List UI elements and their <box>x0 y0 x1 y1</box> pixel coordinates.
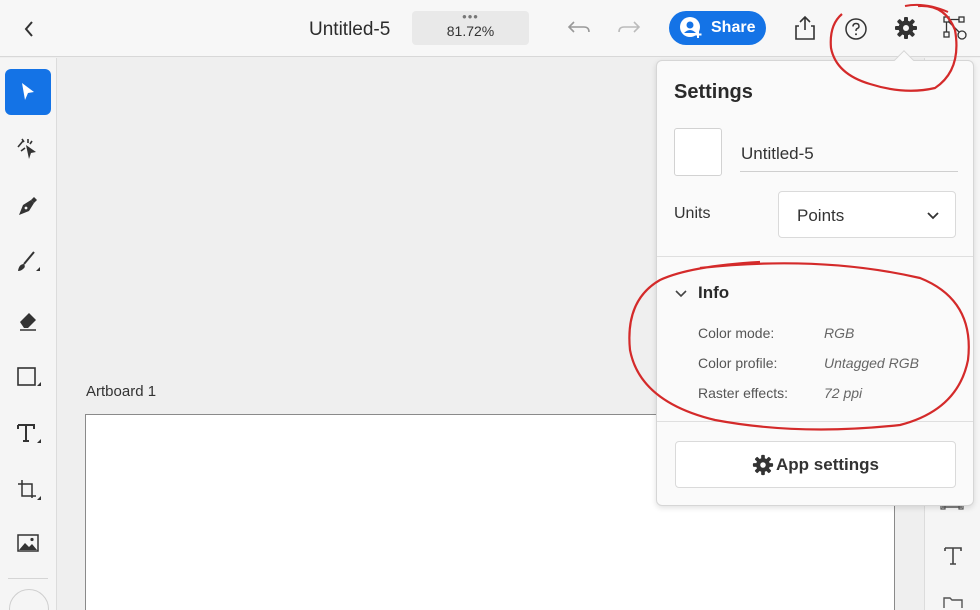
app-settings-button[interactable]: App settings <box>675 441 956 488</box>
chevron-down-icon <box>927 212 939 220</box>
direct-select-tool-icon <box>17 138 36 159</box>
raster-effects-label: Raster effects: <box>698 385 789 401</box>
properties-button[interactable] <box>940 14 970 42</box>
help-icon <box>845 18 867 40</box>
color-mode-value: RGB <box>824 325 855 341</box>
color-profile-value: Untagged RGB <box>824 355 919 371</box>
rectangle-tool[interactable] <box>5 354 51 400</box>
image-properties-icon <box>943 597 963 608</box>
text-properties-button[interactable] <box>941 544 965 568</box>
pen-tool-icon <box>19 197 37 215</box>
share-button[interactable]: Share <box>669 11 766 45</box>
gear-icon <box>752 454 774 475</box>
zoom-value: 81.72% <box>446 23 495 39</box>
document-name-field[interactable]: Untitled-5 <box>740 141 958 172</box>
help-button[interactable] <box>842 15 870 43</box>
units-value: Points <box>797 206 845 225</box>
type-tool-icon <box>17 424 41 443</box>
color-mode-label: Color mode: <box>698 325 775 341</box>
add-user-icon <box>680 17 702 38</box>
units-label: Units <box>674 205 711 222</box>
toolbar-divider <box>8 578 48 579</box>
tools-panel <box>0 58 57 610</box>
export-button[interactable] <box>791 13 819 43</box>
raster-effects-value: 72 ppi <box>824 385 863 401</box>
type-tool[interactable] <box>5 411 51 457</box>
eraser-tool[interactable] <box>5 297 51 343</box>
units-dropdown[interactable]: Points <box>778 191 956 238</box>
zoom-control[interactable]: ••• 81.72% <box>412 9 529 45</box>
export-icon <box>795 15 815 40</box>
more-dots-icon: ••• <box>462 9 479 24</box>
info-title: Info <box>698 283 730 302</box>
image-properties-button[interactable] <box>941 594 965 610</box>
brush-tool-icon <box>18 251 40 271</box>
color-swatch[interactable] <box>9 589 49 610</box>
document-thumbnail <box>674 128 722 176</box>
text-properties-icon <box>944 547 962 565</box>
eraser-tool-icon <box>20 313 36 331</box>
direct-select-tool[interactable] <box>5 126 51 172</box>
transform-tool[interactable] <box>5 468 51 514</box>
undo-button[interactable] <box>565 16 593 40</box>
settings-panel: Settings Untitled-5 Units Points Info Co… <box>656 60 974 506</box>
rectangle-tool-icon <box>17 367 41 386</box>
vector-path-icon <box>943 16 967 40</box>
panel-title: Settings <box>674 81 753 103</box>
gear-icon <box>895 17 917 39</box>
top-bar: Untitled-5 ••• 81.72% Share <box>0 0 980 57</box>
panel-divider <box>657 421 973 422</box>
select-tool-icon <box>22 83 34 100</box>
brush-tool[interactable] <box>5 240 51 286</box>
info-section-toggle[interactable]: Info <box>674 283 729 303</box>
color-profile-label: Color profile: <box>698 355 778 371</box>
artboard-label[interactable]: Artboard 1 <box>86 383 156 400</box>
share-label: Share <box>711 19 756 36</box>
redo-icon <box>618 21 641 33</box>
back-button[interactable] <box>17 17 41 41</box>
select-tool[interactable] <box>5 69 51 115</box>
undo-icon <box>567 21 590 33</box>
transform-tool-icon <box>18 480 41 500</box>
document-title[interactable]: Untitled-5 <box>309 19 390 41</box>
image-tool[interactable] <box>5 520 51 566</box>
app-settings-label: App settings <box>776 454 879 474</box>
settings-button[interactable] <box>892 14 920 42</box>
chevron-left-icon <box>24 21 33 37</box>
panel-divider <box>657 256 973 257</box>
image-tool-icon <box>17 534 39 552</box>
pen-tool[interactable] <box>5 183 51 229</box>
chevron-down-icon <box>675 290 687 298</box>
redo-button[interactable] <box>615 16 643 40</box>
